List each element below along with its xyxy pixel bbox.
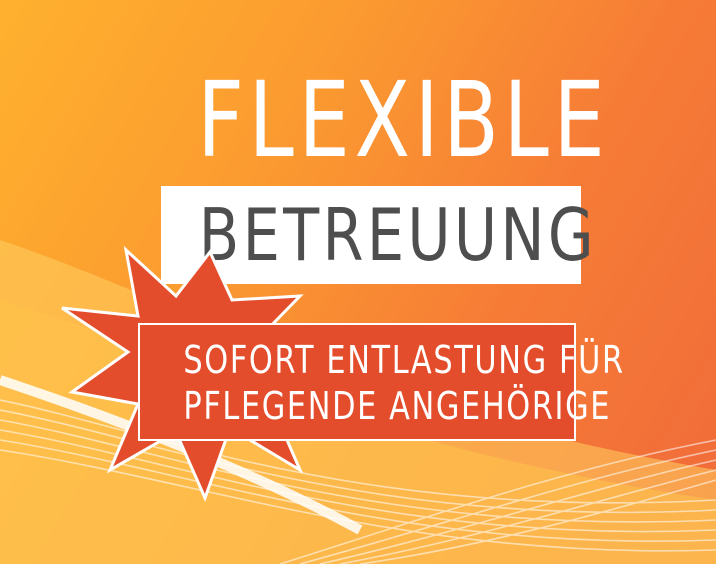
tagline-line-1: SOFORT ENTLASTUNG FÜR (183, 338, 625, 382)
tagline-banner: SOFORT ENTLASTUNG FÜR PFLEGENDE ANGEHÖRI… (138, 323, 625, 441)
tagline-line-2: PFLEGENDE ANGEHÖRIGE (183, 384, 612, 428)
burst-star-shape (61, 245, 334, 503)
flyer-canvas: FLEXIBLE BETREUUNG SOFORT ENTLASTUNG FÜR… (0, 0, 716, 564)
